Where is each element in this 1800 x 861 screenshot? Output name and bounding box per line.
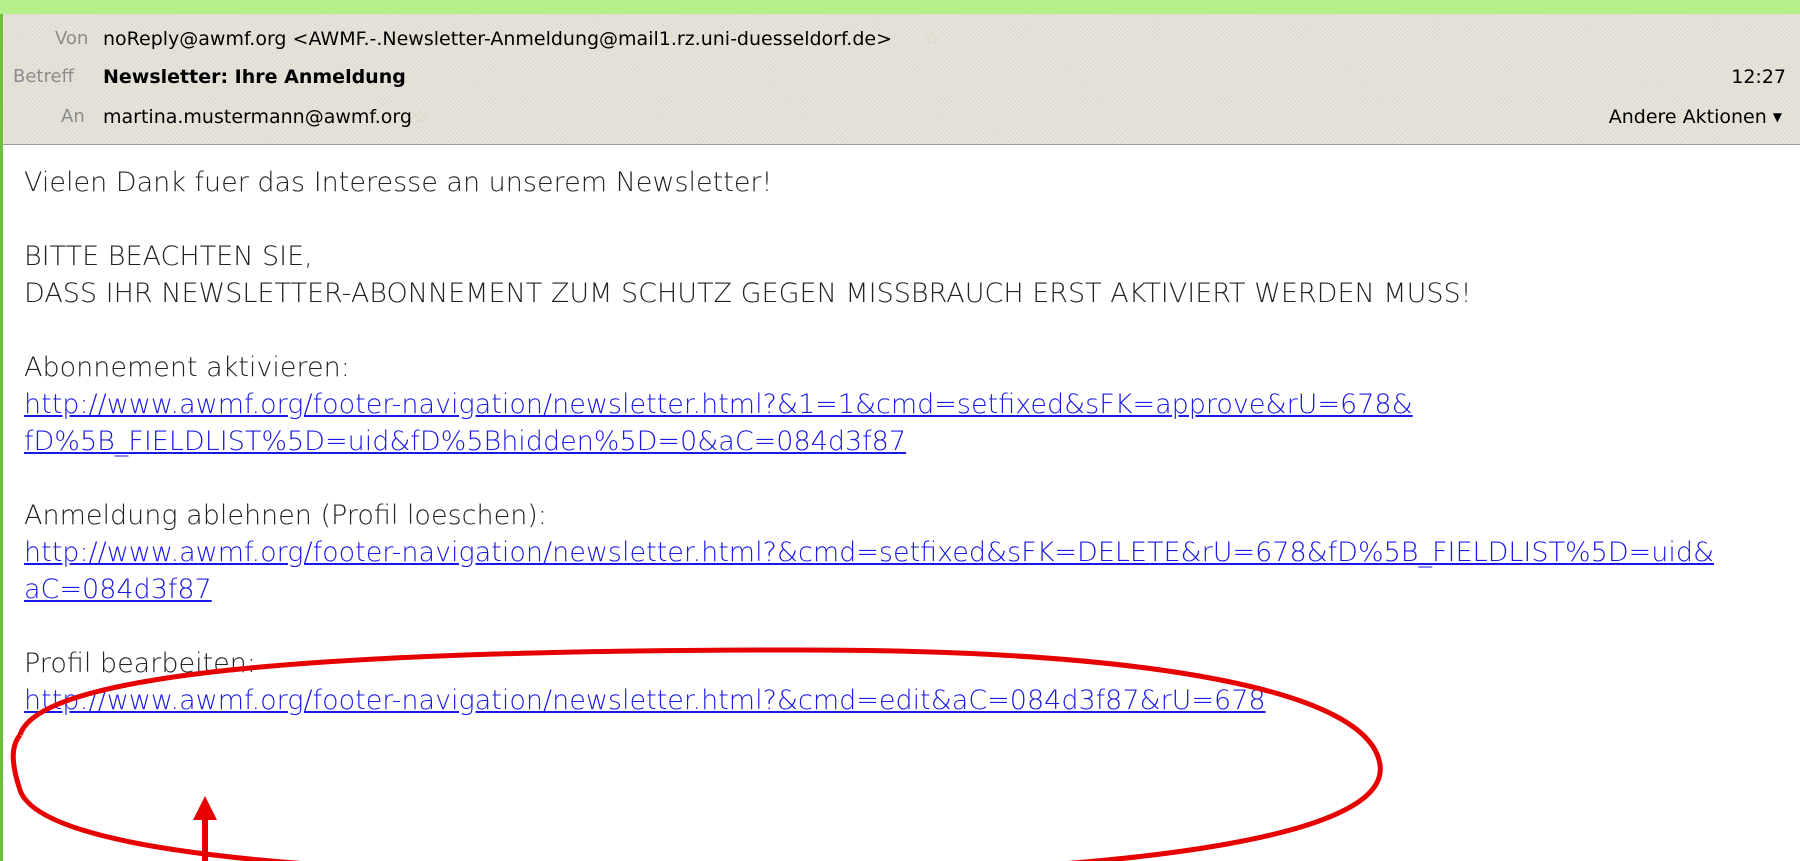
subject-label: Betreff <box>13 66 74 87</box>
star-icon[interactable]: ☆ <box>412 106 429 128</box>
decline-link-cont[interactable]: aC=084d3f87 <box>24 574 212 605</box>
more-actions-label: Andere Aktionen <box>1608 106 1767 128</box>
activate-link[interactable]: http://www.awmf.org/footer-navigation/ne… <box>24 389 1413 420</box>
from-label: Von <box>55 28 89 49</box>
thanks-text: Vielen Dank fuer das Interesse an unsere… <box>24 167 773 198</box>
edit-profile-label: Profil bearbeiten: <box>24 648 256 679</box>
message-time: 12:27 <box>1731 66 1786 88</box>
subject-value: Newsletter: Ihre Anmeldung <box>103 66 406 88</box>
decline-link[interactable]: http://www.awmf.org/footer-navigation/ne… <box>24 537 1714 568</box>
more-actions-button[interactable]: Andere Aktionen ▼ <box>1609 106 1782 128</box>
to-value[interactable]: martina.mustermann@awmf.org <box>103 106 412 128</box>
message-body: Vielen Dank fuer das Interesse an unsere… <box>24 164 1800 719</box>
activate-label: Abonnement aktivieren: <box>24 352 350 383</box>
notice-line-2: DASS IHR NEWSLETTER-ABONNEMENT ZUM SCHUT… <box>24 278 1472 309</box>
to-label: An <box>61 106 85 127</box>
chevron-down-icon: ▼ <box>1772 110 1782 124</box>
from-value[interactable]: noReply@awmf.org <AWMF.-.Newsletter-Anme… <box>103 28 892 50</box>
decline-label: Anmeldung ablehnen (Profil loeschen): <box>24 500 547 531</box>
edit-profile-link[interactable]: http://www.awmf.org/footer-navigation/ne… <box>24 685 1266 716</box>
notice-line-1: BITTE BEACHTEN SIE, <box>24 241 313 272</box>
activate-link-cont[interactable]: fD%5B_FIELDLIST%5D=uid&fD%5Bhidden%5D=0&… <box>24 426 906 457</box>
email-window: Von noReply@awmf.org <AWMF.-.Newsletter-… <box>0 14 1800 861</box>
star-icon[interactable]: ☆ <box>923 28 940 50</box>
message-header: Von noReply@awmf.org <AWMF.-.Newsletter-… <box>3 14 1800 145</box>
